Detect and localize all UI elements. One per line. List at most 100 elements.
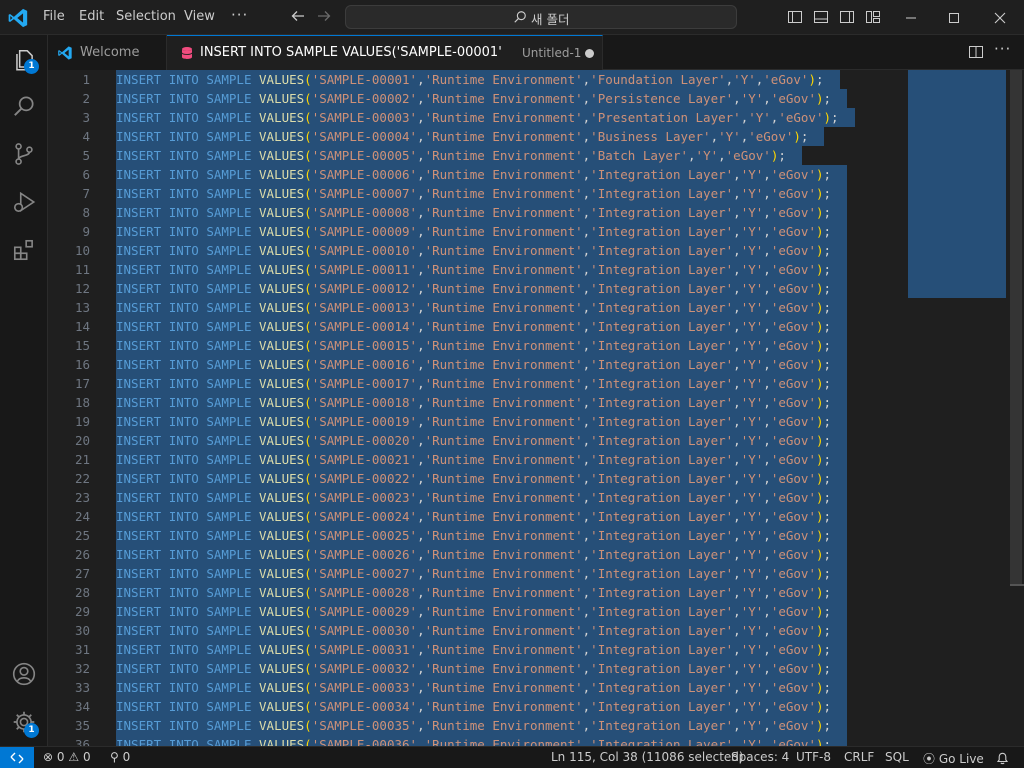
arrow-left-icon[interactable] (290, 8, 306, 24)
string-literal: 'Y' (718, 129, 741, 144)
line-number: 10 (74, 243, 90, 258)
search-icon[interactable] (11, 93, 37, 119)
run-and-debug-icon[interactable] (11, 189, 37, 215)
string-literal: 'eGov' (770, 699, 816, 714)
tab-welcome[interactable]: Welcome (48, 35, 167, 70)
comma: , (763, 509, 771, 524)
extensions-icon[interactable] (11, 237, 37, 263)
menu-edit[interactable]: Edit (79, 9, 104, 24)
comma: , (733, 376, 741, 391)
sql-keyword: VALUES (259, 528, 305, 543)
cursor-position[interactable]: Ln 115, Col 38 (11086 selected) (551, 750, 744, 764)
semicolon: ; (823, 547, 832, 562)
encoding[interactable]: UTF-8 (796, 750, 831, 764)
sql-table-name: SAMPLE (206, 433, 252, 448)
toggle-panel-icon[interactable] (813, 9, 829, 25)
command-center-search[interactable]: 새 폴더 (345, 5, 737, 29)
comma: , (733, 243, 741, 258)
semicolon: ; (823, 205, 832, 220)
comma: , (688, 148, 696, 163)
minimize-icon[interactable] (903, 10, 919, 26)
split-editor-icon[interactable] (968, 44, 984, 60)
sql-keyword: VALUES (259, 452, 305, 467)
code-line: INSERT INTO SAMPLE VALUES('SAMPLE-00025'… (116, 526, 848, 545)
comma: , (763, 604, 771, 619)
account-icon[interactable] (11, 661, 37, 687)
semicolon: ; (823, 433, 832, 448)
minimap[interactable] (908, 70, 1006, 298)
menu-more-icon[interactable]: ··· (231, 6, 248, 24)
problems-indicator[interactable]: ⊗ 0 ⚠ 0 (43, 750, 91, 764)
sql-keyword: INTO (168, 737, 199, 746)
code-area[interactable]: INSERT INTO SAMPLE VALUES('SAMPLE-00001'… (116, 70, 916, 746)
unsaved-dot-icon[interactable] (585, 49, 594, 58)
open-paren: ( (304, 623, 312, 638)
vertical-scrollbar[interactable] (1010, 70, 1022, 586)
string-literal: 'Integration Layer' (590, 452, 734, 467)
sql-keyword: VALUES (259, 357, 305, 372)
tab-untitled-1[interactable]: INSERT INTO SAMPLE VALUES('SAMPLE-00001'… (167, 35, 603, 71)
comma: , (417, 186, 425, 201)
tab-label: INSERT INTO SAMPLE VALUES('SAMPLE-00001' (200, 45, 502, 60)
sql-keyword: INTO (168, 528, 199, 543)
string-literal: 'Integration Layer' (590, 642, 734, 657)
open-paren: ( (304, 319, 312, 334)
source-control-icon[interactable] (11, 141, 37, 167)
string-literal: 'eGov' (770, 186, 816, 201)
line-number: 15 (74, 338, 90, 353)
comma: , (763, 566, 771, 581)
go-live-button[interactable]: ⦿ Go Live (923, 750, 984, 767)
string-literal: 'eGov' (770, 585, 816, 600)
string-literal: 'SAMPLE-00032' (311, 661, 418, 676)
string-literal: 'Runtime Environment' (424, 452, 583, 467)
notifications-bell-icon[interactable] (996, 751, 1009, 765)
code-editor[interactable]: 1 2 3 4 5 6 7 8 9 10 11 12 13 14 15 16 17 18 19 20 21 22 23 24 2… (48, 70, 1024, 746)
string-literal: 'Integration Layer' (590, 509, 734, 524)
comma: , (763, 661, 771, 676)
comma: , (763, 623, 771, 638)
remote-indicator[interactable] (0, 747, 34, 768)
sql-keyword: INTO (168, 452, 199, 467)
comma: , (733, 205, 741, 220)
open-paren: ( (304, 395, 312, 410)
language-mode[interactable]: SQL (885, 750, 909, 764)
toggle-secondary-sidebar-icon[interactable] (839, 9, 855, 25)
semicolon: ; (823, 623, 832, 638)
maximize-icon[interactable] (946, 10, 962, 26)
close-paren: ) (815, 604, 824, 619)
toggle-primary-sidebar-icon[interactable] (787, 9, 803, 25)
more-actions-icon[interactable]: ··· (994, 40, 1011, 58)
comma: , (733, 737, 741, 746)
menu-view[interactable]: View (184, 9, 215, 24)
string-literal: 'SAMPLE-00030' (311, 623, 418, 638)
code-line: INSERT INTO SAMPLE VALUES('SAMPLE-00002'… (116, 89, 848, 108)
string-literal: 'Y' (740, 642, 764, 657)
line-number: 19 (74, 414, 90, 429)
indentation[interactable]: Spaces: 4 (731, 750, 789, 764)
open-paren: ( (304, 72, 312, 87)
string-literal: 'Runtime Environment' (424, 680, 583, 695)
close-icon[interactable] (992, 10, 1008, 26)
sql-table-name: SAMPLE (206, 604, 252, 619)
string-literal: 'SAMPLE-00008' (311, 205, 418, 220)
string-literal: 'Integration Layer' (590, 186, 734, 201)
semicolon: ; (823, 186, 832, 201)
menu-selection[interactable]: Selection (116, 9, 176, 24)
status-bar: ⊗ 0 ⚠ 0 ⚲ 0 Ln 115, Col 38 (11086 select… (0, 746, 1024, 768)
customize-layout-icon[interactable] (865, 9, 881, 25)
open-paren: ( (304, 585, 312, 600)
sql-keyword: INTO (168, 471, 199, 486)
sql-keyword: INSERT (116, 414, 162, 429)
string-literal: 'Runtime Environment' (424, 300, 583, 315)
ports-indicator[interactable]: ⚲ 0 (110, 750, 130, 764)
string-literal: 'eGov' (778, 110, 824, 125)
open-paren: ( (304, 566, 312, 581)
arrow-right-icon[interactable] (316, 8, 332, 24)
string-literal: 'Runtime Environment' (424, 642, 583, 657)
menu-file[interactable]: File (43, 9, 65, 24)
end-of-line[interactable]: CRLF (844, 750, 874, 764)
